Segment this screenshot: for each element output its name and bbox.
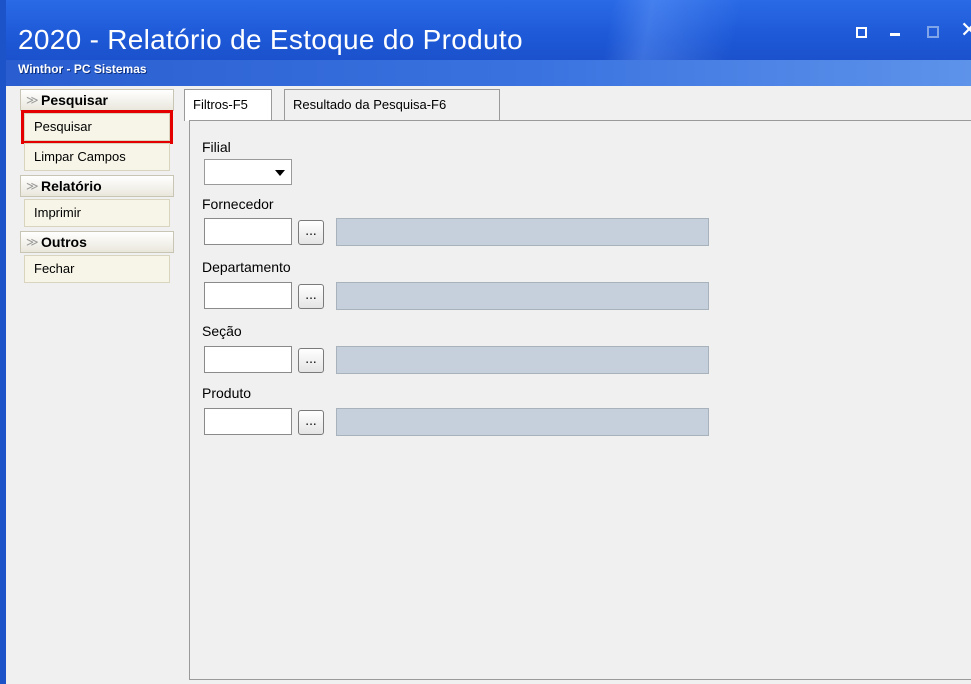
- app-window: 2020 - Relatório de Estoque do Produto W…: [0, 0, 971, 684]
- sidebar: ≫ Pesquisar Pesquisar Limpar Campos ≫ Re…: [20, 89, 176, 283]
- secao-label: Seção: [202, 323, 242, 339]
- minimize-icon[interactable]: [890, 33, 900, 36]
- sidebar-header-relatorio[interactable]: ≫ Relatório: [20, 175, 174, 197]
- secao-description-field: [336, 346, 709, 374]
- produto-label: Produto: [202, 385, 252, 401]
- fornecedor-description-field: [336, 218, 709, 246]
- tab-resultado-pesquisa[interactable]: Resultado da Pesquisa-F6: [284, 89, 500, 120]
- sidebar-header-outros[interactable]: ≫ Outros: [20, 231, 174, 253]
- dropdown-arrow-icon[interactable]: [275, 170, 285, 176]
- maximize-icon[interactable]: [927, 26, 939, 38]
- fornecedor-lookup-button[interactable]: ...: [298, 220, 324, 245]
- sidebar-group-relatorio: ≫ Relatório Imprimir: [20, 175, 176, 227]
- window-title: 2020 - Relatório de Estoque do Produto: [18, 24, 523, 55]
- filial-select[interactable]: [204, 159, 292, 185]
- sidebar-header-label: Outros: [41, 234, 87, 250]
- filters-panel: Filial Fornecedor ... Departamento ... S…: [189, 120, 971, 680]
- departamento-label: Departamento: [202, 259, 291, 275]
- sidebar-header-pesquisar[interactable]: ≫ Pesquisar: [20, 89, 174, 111]
- chevron-down-icon: ≫: [26, 93, 39, 107]
- sidebar-item-fechar[interactable]: Fechar: [24, 255, 170, 283]
- sidebar-item-limpar-campos[interactable]: Limpar Campos: [24, 143, 170, 171]
- sidebar-item-label: Imprimir: [34, 205, 81, 220]
- sidebar-item-label: Fechar: [34, 261, 75, 276]
- sidebar-item-label: Limpar Campos: [34, 149, 126, 164]
- secao-lookup-button[interactable]: ...: [298, 348, 324, 373]
- fornecedor-label: Fornecedor: [202, 196, 274, 212]
- chevron-down-icon: ≫: [26, 235, 39, 249]
- close-icon[interactable]: ✕: [960, 18, 971, 43]
- title-bar-band: [6, 60, 971, 86]
- sidebar-header-label: Pesquisar: [41, 92, 108, 108]
- tab-filtros[interactable]: Filtros-F5: [184, 89, 272, 121]
- filial-label: Filial: [202, 139, 231, 155]
- sidebar-group-outros: ≫ Outros Fechar: [20, 231, 176, 283]
- produto-description-field: [336, 408, 709, 436]
- sidebar-item-label: Pesquisar: [34, 119, 92, 134]
- chevron-down-icon: ≫: [26, 179, 39, 193]
- window-subtitle: Winthor - PC Sistemas: [18, 62, 147, 76]
- secao-code-input[interactable]: [204, 346, 292, 373]
- fornecedor-code-input[interactable]: [204, 218, 292, 245]
- sidebar-item-imprimir[interactable]: Imprimir: [24, 199, 170, 227]
- restore-icon[interactable]: [856, 27, 867, 38]
- sidebar-item-pesquisar[interactable]: Pesquisar: [21, 110, 173, 144]
- sidebar-group-pesquisar: ≫ Pesquisar Pesquisar Limpar Campos: [20, 89, 176, 171]
- departamento-description-field: [336, 282, 709, 310]
- produto-code-input[interactable]: [204, 408, 292, 435]
- produto-lookup-button[interactable]: ...: [298, 410, 324, 435]
- departamento-code-input[interactable]: [204, 282, 292, 309]
- title-bar[interactable]: 2020 - Relatório de Estoque do Produto W…: [6, 0, 971, 86]
- departamento-lookup-button[interactable]: ...: [298, 284, 324, 309]
- sidebar-header-label: Relatório: [41, 178, 102, 194]
